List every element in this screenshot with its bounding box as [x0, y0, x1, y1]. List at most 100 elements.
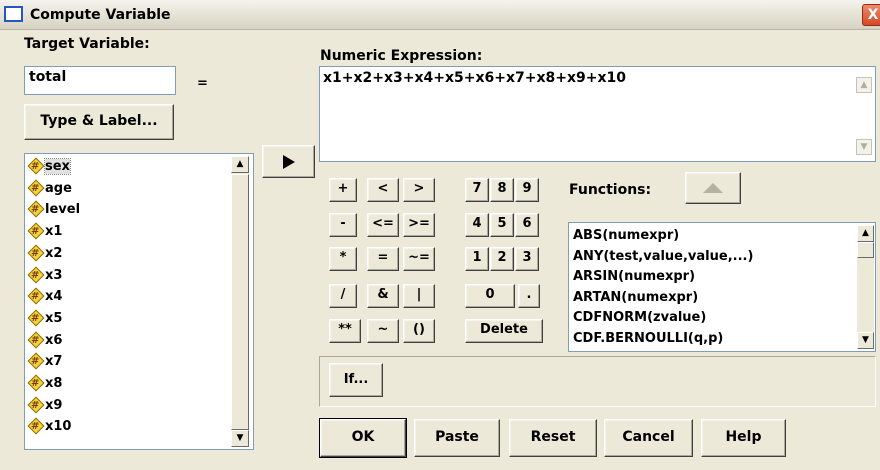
functions-scroll-thumb[interactable]	[857, 242, 874, 258]
key-and[interactable]: &	[367, 284, 399, 308]
variable-list-scrollbar[interactable]: ▲ ▼	[231, 156, 249, 447]
key-6[interactable]: 6	[515, 213, 539, 237]
variable-item[interactable]: x5	[29, 309, 62, 328]
if-button[interactable]: If...	[329, 363, 383, 397]
cancel-button[interactable]: Cancel	[604, 419, 693, 457]
numeric-variable-icon	[29, 200, 42, 219]
key-not-equal[interactable]: ~=	[403, 247, 435, 271]
variable-name: x5	[45, 310, 63, 326]
variable-item[interactable]: x1	[29, 222, 62, 241]
variable-name: x2	[45, 245, 63, 261]
reset-button[interactable]: Reset	[509, 419, 597, 457]
functions-scroll-up-icon[interactable]: ▲	[857, 225, 874, 242]
expression-scroll-down-icon[interactable]: ▼	[856, 139, 872, 155]
function-item[interactable]: ABS(numexpr)	[573, 226, 679, 245]
function-item[interactable]: ANY(test,value,value,...)	[573, 247, 753, 266]
key-equals[interactable]: =	[367, 247, 399, 271]
key-7[interactable]: 7	[465, 178, 489, 202]
move-to-expression-button[interactable]	[262, 145, 315, 178]
key-decimal[interactable]: .	[518, 284, 540, 308]
variable-item[interactable]: x3	[29, 266, 62, 285]
key-2[interactable]: 2	[490, 247, 514, 271]
variable-item[interactable]: x2	[29, 244, 62, 263]
numeric-expression-text: x1+x2+x3+x4+x5+x6+x7+x8+x9+x10	[323, 70, 627, 86]
variable-item[interactable]: x7	[29, 352, 62, 371]
window-icon	[4, 6, 23, 22]
key-divide[interactable]: /	[329, 284, 357, 308]
paste-button[interactable]: Paste	[414, 419, 500, 457]
variable-item[interactable]: x10	[29, 417, 71, 436]
numeric-variable-icon	[29, 309, 42, 328]
variable-name: x1	[45, 224, 63, 240]
function-item[interactable]: ARTAN(numexpr)	[573, 288, 698, 307]
close-button[interactable]: X	[862, 4, 880, 26]
variable-name: x9	[45, 397, 63, 413]
scroll-thumb[interactable]	[231, 174, 249, 430]
key-or[interactable]: |	[403, 284, 435, 308]
key-less-than[interactable]: <	[367, 178, 399, 202]
scroll-up-icon[interactable]: ▲	[231, 156, 249, 173]
right-triangle-icon	[283, 155, 295, 169]
if-panel: If...	[319, 356, 876, 407]
numeric-variable-icon	[29, 222, 42, 241]
numeric-expression-box[interactable]: x1+x2+x3+x4+x5+x6+x7+x8+x9+x10 ▲ ▼	[319, 66, 876, 162]
variable-name: x3	[45, 267, 63, 283]
key-9[interactable]: 9	[515, 178, 539, 202]
numeric-variable-icon	[29, 287, 42, 306]
calculator-keypad: + < > 7 8 9 - <= >= 4 5 6 * = ~= 1 2 3 /…	[319, 172, 559, 347]
key-1[interactable]: 1	[465, 247, 489, 271]
numeric-variable-icon	[29, 179, 42, 198]
variable-item[interactable]: x9	[29, 396, 62, 415]
numeric-variable-icon	[29, 244, 42, 263]
functions-list-scrollbar[interactable]: ▲ ▼	[857, 225, 874, 349]
key-delete[interactable]: Delete	[465, 319, 543, 343]
key-3[interactable]: 3	[515, 247, 539, 271]
function-item[interactable]: CDF.BERNOULLI(q,p)	[573, 329, 723, 348]
variable-list[interactable]: sex age level x1 x2 x3 x4 x5 x6 x7 x8 x9 x10 ▲ ▼	[24, 153, 254, 450]
help-button[interactable]: Help	[701, 419, 786, 457]
expression-scroll-up-icon[interactable]: ▲	[856, 77, 872, 93]
key-power[interactable]: **	[329, 319, 361, 343]
numeric-variable-icon	[29, 266, 42, 285]
type-label-button[interactable]: Type & Label...	[24, 104, 174, 140]
numeric-expression-label: Numeric Expression:	[320, 48, 483, 64]
numeric-variable-icon	[29, 352, 42, 371]
key-multiply[interactable]: *	[329, 247, 357, 271]
key-plus[interactable]: +	[329, 178, 357, 202]
insert-function-button[interactable]	[685, 172, 741, 204]
variable-name: x4	[45, 289, 63, 305]
variable-item[interactable]: x4	[29, 287, 62, 306]
key-greater-equal[interactable]: >=	[403, 213, 435, 237]
functions-list[interactable]: ABS(numexpr) ANY(test,value,value,...) ARS…	[568, 222, 876, 352]
variable-name: x8	[45, 376, 63, 391]
functions-scroll-down-icon[interactable]: ▼	[857, 332, 874, 349]
key-greater-than[interactable]: >	[403, 178, 435, 202]
key-less-equal[interactable]: <=	[367, 213, 399, 237]
function-item[interactable]: ARSIN(numexpr)	[573, 267, 695, 286]
functions-label: Functions:	[569, 182, 652, 198]
up-triangle-icon	[703, 183, 723, 193]
variable-item[interactable]: sex	[29, 157, 71, 176]
numeric-variable-icon	[29, 374, 42, 393]
variable-name: x7	[45, 354, 63, 370]
key-4[interactable]: 4	[465, 213, 489, 237]
title-bar: Compute Variable X	[0, 0, 880, 30]
function-item[interactable]: CDFNORM(zvalue)	[573, 308, 706, 327]
key-parentheses[interactable]: ()	[403, 319, 435, 343]
ok-button[interactable]: OK	[319, 418, 407, 458]
variable-name: sex	[44, 158, 71, 175]
target-variable-input[interactable]: total	[24, 66, 176, 95]
key-8[interactable]: 8	[490, 178, 514, 202]
variable-item[interactable]: age	[29, 179, 72, 198]
target-variable-label: Target Variable:	[24, 36, 150, 52]
key-0[interactable]: 0	[465, 284, 515, 308]
key-not[interactable]: ~	[367, 319, 399, 343]
variable-item[interactable]: level	[29, 200, 80, 219]
numeric-variable-icon	[29, 396, 42, 415]
scroll-down-icon[interactable]: ▼	[231, 430, 249, 447]
key-minus[interactable]: -	[329, 213, 357, 237]
variable-item[interactable]: x6	[29, 331, 62, 350]
variable-name: age	[45, 180, 72, 196]
variable-item[interactable]: x8	[29, 374, 62, 393]
key-5[interactable]: 5	[490, 213, 514, 237]
